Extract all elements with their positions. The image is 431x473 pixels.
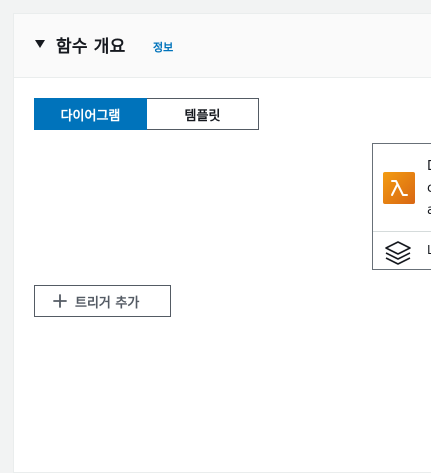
layers-icon — [383, 239, 413, 269]
info-link[interactable]: 정보 — [153, 39, 173, 55]
function-name-line: D — [427, 156, 431, 178]
card-divider — [373, 231, 431, 232]
collapse-caret-icon[interactable] — [35, 40, 45, 48]
function-name-line: a — [427, 200, 431, 222]
function-name: D c a — [427, 156, 431, 222]
add-trigger-button[interactable]: 트리거 추가 — [34, 285, 171, 317]
function-name-line: c — [427, 178, 431, 200]
template-tab[interactable]: 템플릿 — [147, 98, 259, 130]
panel-title: 함수 개요 — [56, 37, 126, 57]
layers-label: L — [427, 243, 431, 257]
lambda-icon — [383, 172, 415, 204]
diagram-tab[interactable]: 다이어그램 — [34, 98, 147, 130]
add-trigger-label: 트리거 추가 — [75, 295, 140, 311]
function-card[interactable]: D c a L — [372, 143, 431, 270]
panel-header: 함수 개요 정보 — [14, 14, 431, 78]
view-toggle: 다이어그램 템플릿 — [34, 98, 259, 130]
plus-icon — [53, 294, 67, 308]
function-overview-panel: 함수 개요 정보 다이어그램 템플릿 D c a L — [13, 13, 431, 473]
